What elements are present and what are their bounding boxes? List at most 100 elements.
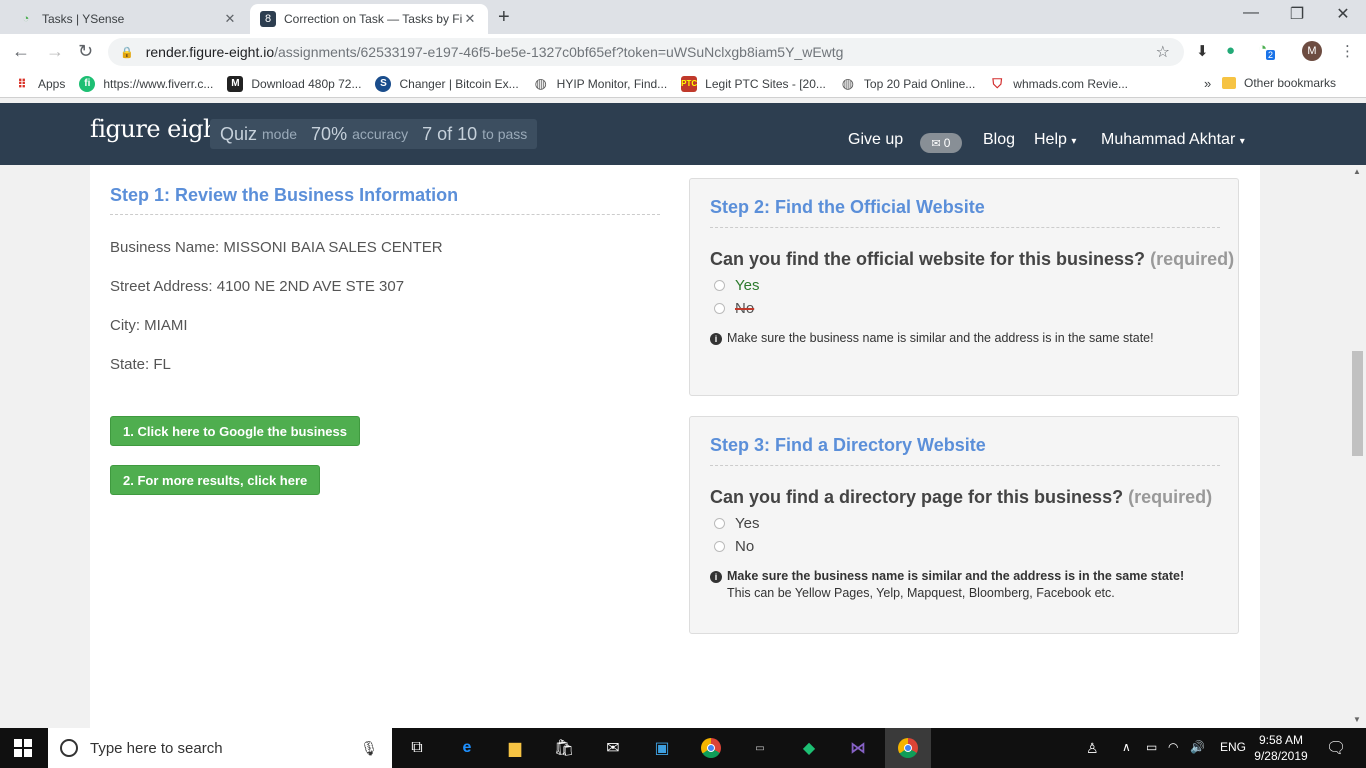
option-label: No [735,538,755,555]
maximize-button[interactable]: ❐ [1274,4,1320,24]
profile-avatar[interactable]: M [1302,41,1322,61]
bookmark-label: HYIP Monitor, Find... [556,76,668,91]
step3-option-no[interactable]: No [714,538,754,555]
task-content: Step 1: Review the Business Information … [90,165,1260,728]
scroll-up-icon[interactable]: ▲ [1353,167,1361,176]
step2-option-no[interactable]: No [714,300,754,317]
bookmark-label: Changer | Bitcoin Ex... [399,76,519,91]
remote-desktop-icon[interactable]: ▣ [649,736,675,760]
tab-ysense[interactable]: ◔ Tasks | YSense ✕ [8,4,248,34]
chrome-icon[interactable] [698,736,724,760]
bookmark-apps[interactable]: ⠿ Apps [14,76,65,92]
green-app-icon[interactable]: ◆ [796,736,822,760]
taskbar-search[interactable]: Type here to search 🎙 [48,728,392,768]
address-bar[interactable]: 🔒 render.figure-eight.io/assignments/625… [108,38,1184,66]
windows-taskbar: Type here to search 🎙 ⧉ e ▆ 🛍 ✉ ▣ ▭ ◆ ⋈ … [0,728,1366,768]
step2-option-yes[interactable]: Yes [714,277,759,294]
url-host: render.figure-eight.io [145,44,275,60]
ptc-icon: PTC [681,75,698,92]
menu-kebab-icon[interactable]: ⋮ [1340,42,1355,60]
bookmark-label: Download 480p 72... [251,76,362,91]
radio-button[interactable] [714,280,725,291]
extension-badge-icon[interactable]: ◔ 2 [1258,40,1278,64]
terminal-icon[interactable]: ▭ [747,736,773,760]
wifi-icon[interactable]: ◠ [1168,740,1178,754]
info-icon: i [710,333,722,345]
bookmark-download[interactable]: M Download 480p 72... [227,75,362,92]
search-placeholder: Type here to search [90,739,223,757]
blog-link[interactable]: Blog [983,131,1015,149]
minimize-button[interactable]: — [1228,4,1274,22]
note-text: Make sure the business name is similar a… [727,569,1185,583]
divider [710,465,1220,466]
bookmark-whmads[interactable]: ⛉ whmads.com Revie... [989,76,1128,92]
bookmark-label: whmads.com Revie... [1013,76,1128,91]
new-tab-button[interactable]: + [498,6,510,29]
bookmark-hyip[interactable]: ◍ HYIP Monitor, Find... [533,75,668,92]
tab-correction[interactable]: 8 Correction on Task — Tasks by Fi ✕ [250,4,488,34]
step2-note: i Make sure the business name is similar… [710,331,1154,345]
mail-app-icon[interactable]: ✉ [600,736,626,760]
more-results-button[interactable]: 2. For more results, click here [110,465,321,495]
volume-icon[interactable]: 🔊 [1190,740,1205,754]
other-bookmarks-folder[interactable]: Other bookmarks [1222,76,1336,90]
user-menu[interactable]: Muhammad Akhtar ▾ [1101,131,1245,149]
step3-note: i Make sure the business name is similar… [710,569,1184,600]
info-icon: i [710,571,722,583]
visual-studio-icon[interactable]: ⋈ [845,736,871,760]
bookmark-ptc[interactable]: PTC Legit PTC Sites - [20... [681,75,826,92]
tab-close-icon[interactable]: ✕ [222,11,238,27]
radio-button[interactable] [714,518,725,529]
file-explorer-icon[interactable]: ▆ [502,736,528,760]
help-menu[interactable]: Help ▾ [1034,131,1076,149]
note-text: Make sure the business name is similar a… [727,331,1154,345]
bookmark-fiverr[interactable]: fi https://www.fiverr.c... [79,75,213,92]
system-clock[interactable]: 9:58 AM 9/28/2019 [1252,732,1310,764]
radio-button[interactable] [714,303,725,314]
step3-option-yes[interactable]: Yes [714,515,759,532]
bookmark-star-icon[interactable]: ☆ [1156,42,1170,62]
bookmarks-overflow-icon[interactable]: » [1204,76,1211,91]
windows-start-icon[interactable] [14,739,32,757]
apps-grid-icon: ⠿ [17,76,27,91]
step1-title: Step 1: Review the Business Information [110,185,660,215]
battery-icon[interactable]: ▭ [1146,740,1157,754]
forward-arrow-icon[interactable]: → [46,41,64,62]
page-scrollbar[interactable]: ▲ ▼ [1349,165,1366,728]
notifications-icon[interactable]: 🗨 [1326,738,1346,758]
site-header: figure eight Quiz mode 70% accuracy 7 of… [0,103,1366,165]
option-label: No [735,300,755,317]
reload-icon[interactable]: ↻ [78,41,93,62]
figure-eight-logo[interactable]: figure eight [90,115,228,143]
browser-toolbar: ← → ↻ 🔒 render.figure-eight.io/assignmen… [0,34,1366,70]
chrome-active-icon[interactable] [885,728,931,768]
edge-icon[interactable]: e [454,736,480,760]
scrollbar-thumb[interactable] [1352,351,1363,456]
quiz-progress-suffix: to pass [482,126,528,142]
tab-close-icon[interactable]: ✕ [462,11,478,27]
microphone-icon[interactable]: 🎙 [360,740,378,757]
bookmark-changer[interactable]: S Changer | Bitcoin Ex... [375,75,519,92]
close-window-button[interactable]: ✕ [1320,4,1366,24]
download-extension-icon[interactable]: ⬇ [1196,42,1209,60]
language-indicator[interactable]: ENG [1220,740,1246,754]
question-text: Can you find the official website for th… [710,249,1146,269]
google-business-button[interactable]: 1. Click here to Google the business [110,416,360,446]
back-arrow-icon[interactable]: ← [12,41,30,62]
store-icon[interactable]: 🛍 [551,736,577,760]
bookmarks-bar: ⠿ Apps fi https://www.fiverr.c... M Down… [0,70,1366,98]
radio-button[interactable] [714,541,725,552]
mail-badge[interactable]: ✉ 0 [920,133,962,153]
bookmark-label: Apps [38,76,66,91]
scroll-down-icon[interactable]: ▼ [1353,715,1361,724]
cortana-icon [60,739,78,757]
question-text: Can you find a directory page for this b… [710,487,1124,507]
tray-chevron-icon[interactable]: ∧ [1122,740,1131,754]
task-view-icon[interactable]: ⧉ [404,736,430,760]
globe-extension-icon[interactable]: ● [1226,42,1235,59]
people-icon[interactable]: ♙ [1086,740,1099,757]
clock-time: 9:58 AM [1258,733,1304,747]
give-up-link[interactable]: Give up [848,131,903,149]
bookmark-top20[interactable]: ◍ Top 20 Paid Online... [840,75,976,92]
step1-section: Step 1: Review the Business Information … [110,185,660,373]
